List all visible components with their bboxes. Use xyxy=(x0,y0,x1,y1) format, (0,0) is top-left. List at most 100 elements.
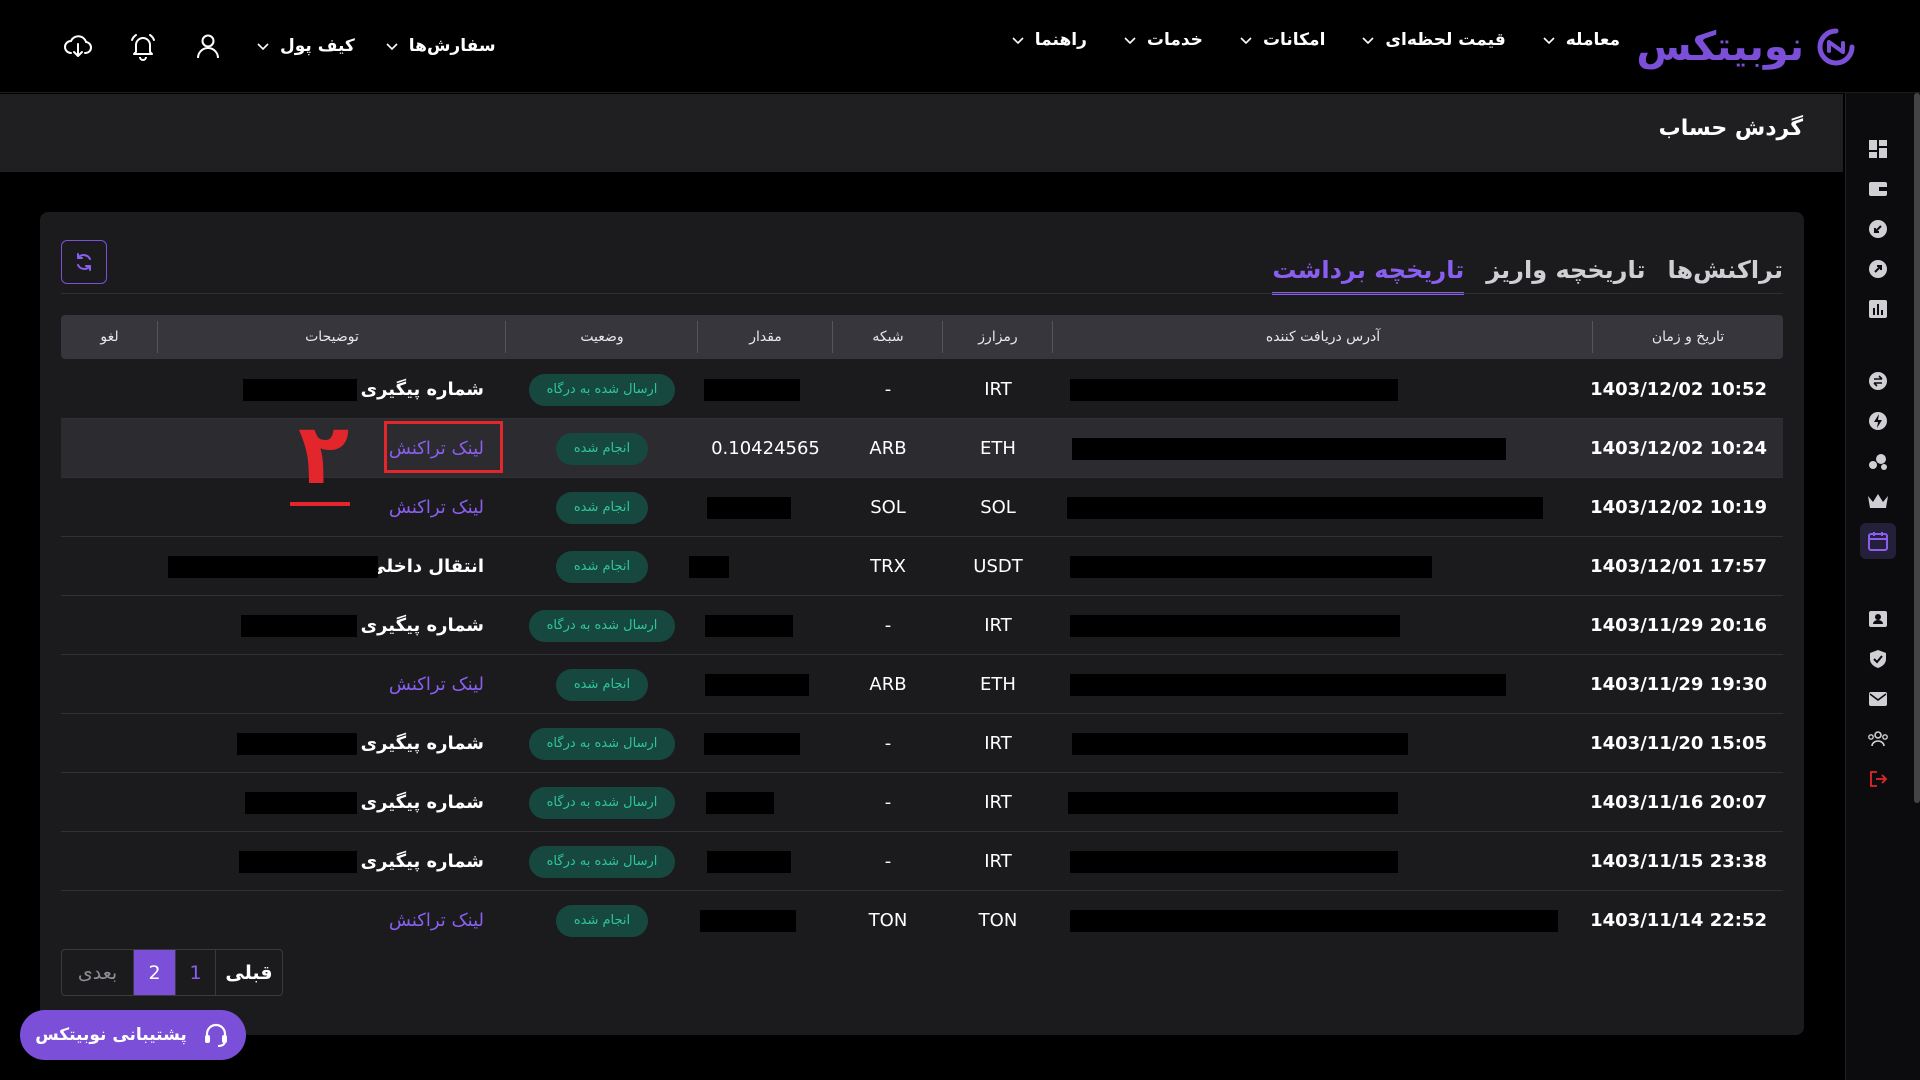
nav-trade[interactable]: معامله xyxy=(1542,30,1620,50)
row-currency: IRT xyxy=(984,851,1012,872)
amount-redacted xyxy=(707,832,791,891)
tab-deposits[interactable]: تاریخچه واریز xyxy=(1486,256,1645,295)
id-card-icon[interactable] xyxy=(1866,607,1890,631)
address-redacted xyxy=(1070,832,1398,891)
internal-transfer-label: انتقال داخلی xyxy=(368,556,484,577)
row-network: - xyxy=(884,379,892,400)
withdraw-icon[interactable] xyxy=(1866,257,1890,281)
transaction-link[interactable]: لینک تراکنش xyxy=(389,910,484,931)
col-cancel: لغو xyxy=(100,329,119,345)
profile-button[interactable] xyxy=(188,26,228,66)
lightning-icon[interactable] xyxy=(1866,409,1890,433)
row-date: 1403/12/02 10:24 xyxy=(1590,438,1767,459)
table-row: 1403/11/16 20:07 IRT - ارسال شده به درگا… xyxy=(61,773,1783,832)
row-currency: IRT xyxy=(984,615,1012,636)
rail-scrollbar[interactable] xyxy=(1914,93,1920,803)
nav-services[interactable]: خدمات xyxy=(1123,30,1203,50)
row-description: لینک تراکنش xyxy=(389,478,484,537)
address-redacted xyxy=(1070,655,1506,714)
coins-icon[interactable] xyxy=(1866,449,1890,473)
support-button[interactable]: پشتیبانی نوبیتکس xyxy=(20,1010,246,1060)
shield-icon[interactable] xyxy=(1866,647,1890,671)
page-2-button[interactable]: 2 xyxy=(134,950,176,995)
row-currency: ETH xyxy=(980,438,1016,459)
col-network: شبکه xyxy=(872,329,904,345)
row-description: لینک تراکنش xyxy=(389,891,484,950)
amount-redacted xyxy=(707,478,791,537)
tracking-number-label: شماره پیگیری xyxy=(360,615,484,636)
users-icon[interactable] xyxy=(1866,727,1890,751)
row-date: 1403/12/02 10:19 xyxy=(1590,497,1767,518)
wallet-menu-label: کیف پول xyxy=(280,36,355,56)
row-description: لینک تراکنش xyxy=(389,655,484,714)
amount-redacted xyxy=(706,773,774,832)
transaction-link[interactable]: لینک تراکنش xyxy=(389,674,484,695)
logo[interactable]: نوبیتکس xyxy=(1636,24,1856,70)
page-1-button[interactable]: 1 xyxy=(176,950,216,995)
chart-icon[interactable] xyxy=(1866,297,1890,321)
row-date: 1403/11/16 20:07 xyxy=(1590,792,1767,813)
row-date: 1403/11/14 22:52 xyxy=(1590,910,1767,931)
table-row: 1403/11/29 20:16 IRT - ارسال شده به درگا… xyxy=(61,596,1783,655)
row-date: 1403/11/29 19:30 xyxy=(1590,674,1767,695)
nav-prices[interactable]: قیمت لحظه‌ای xyxy=(1361,30,1506,50)
chevron-down-icon xyxy=(1012,37,1024,45)
row-date: 1403/11/15 23:38 xyxy=(1590,851,1767,872)
tracking-redacted xyxy=(241,596,357,655)
nav-guide[interactable]: راهنما xyxy=(1011,30,1087,50)
refresh-icon xyxy=(77,253,91,271)
nav-trade-label: معامله xyxy=(1565,30,1620,50)
table-row: 1403/11/14 22:52 TON TON انجام شده لینک … xyxy=(61,891,1783,950)
row-status: ارسال شده به درگاه xyxy=(506,832,698,891)
row-network: ARB xyxy=(869,438,907,459)
mail-icon[interactable] xyxy=(1866,687,1890,711)
row-network: TRX xyxy=(870,556,906,577)
transactions-card: تراکنش‌ها تاریخچه واریز تاریخچه برداشت ت… xyxy=(40,212,1804,1035)
row-status: انجام شده xyxy=(506,419,698,478)
logout-icon[interactable] xyxy=(1866,767,1890,791)
orders-menu[interactable]: سفارش‌ها xyxy=(385,36,496,56)
exchange-icon[interactable] xyxy=(1866,369,1890,393)
row-amount: 0.10424565 xyxy=(711,438,820,459)
col-status: وضعیت xyxy=(580,329,624,345)
row-date: 1403/12/02 10:52 xyxy=(1590,379,1767,400)
row-network: - xyxy=(884,733,892,754)
row-description: انتقال داخلی xyxy=(368,537,484,596)
row-date: 1403/11/29 20:16 xyxy=(1590,615,1767,636)
crown-icon[interactable] xyxy=(1866,489,1890,513)
wallet-icon[interactable] xyxy=(1866,177,1890,201)
row-currency: SOL xyxy=(980,497,1016,518)
notifications-button[interactable] xyxy=(123,26,163,66)
bell-icon xyxy=(131,34,155,61)
deposit-icon[interactable] xyxy=(1866,217,1890,241)
nav-features[interactable]: امکانات xyxy=(1239,30,1325,50)
address-redacted xyxy=(1070,891,1558,950)
transfer-redacted xyxy=(168,537,378,596)
tracking-redacted xyxy=(245,773,357,832)
row-description: شماره پیگیری xyxy=(361,596,484,655)
row-currency: IRT xyxy=(984,379,1012,400)
status-badge: انجام شده xyxy=(555,904,649,937)
status-badge: انجام شده xyxy=(555,668,649,701)
address-redacted xyxy=(1070,360,1398,419)
row-status: انجام شده xyxy=(506,891,698,950)
row-description: شماره پیگیری xyxy=(361,832,484,891)
refresh-button[interactable] xyxy=(61,240,107,284)
tab-withdrawals[interactable]: تاریخچه برداشت xyxy=(1272,256,1465,295)
transaction-link[interactable]: لینک تراکنش xyxy=(389,497,484,518)
col-datetime: تاریخ و زمان xyxy=(1651,329,1725,345)
tab-transactions[interactable]: تراکنش‌ها xyxy=(1668,256,1784,295)
wallet-menu[interactable]: کیف پول xyxy=(256,36,355,56)
nav-services-label: خدمات xyxy=(1146,30,1203,50)
prev-page-button[interactable]: قبلی xyxy=(216,950,282,995)
row-status: انجام شده xyxy=(506,537,698,596)
annotation-highlight-box xyxy=(384,421,503,473)
annotation-underline xyxy=(290,502,350,506)
calendar-icon[interactable] xyxy=(1860,523,1896,559)
download-app-button[interactable] xyxy=(58,26,98,66)
user-icon xyxy=(197,34,219,59)
table-row: 1403/12/01 17:57 USDT TRX انجام شده انتق… xyxy=(61,537,1783,596)
dashboard-icon[interactable] xyxy=(1866,137,1890,161)
row-network: - xyxy=(884,792,892,813)
next-page-button[interactable]: بعدی xyxy=(62,950,134,995)
